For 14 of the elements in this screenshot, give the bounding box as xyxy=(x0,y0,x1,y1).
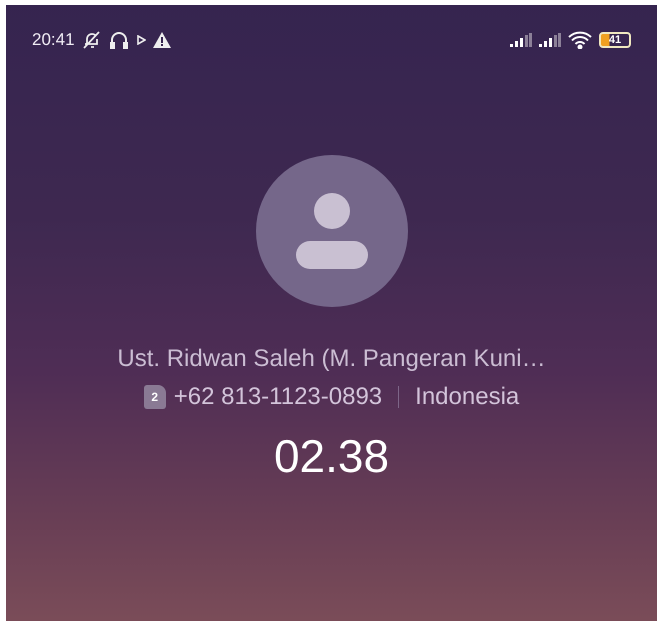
headphones-icon xyxy=(108,30,129,50)
status-time: 20:41 xyxy=(32,30,75,50)
phone-number: +62 813-1123-0893 xyxy=(174,383,382,411)
warning-icon xyxy=(152,32,171,48)
number-region: Indonesia xyxy=(415,383,520,411)
muted-bell-icon xyxy=(82,30,102,50)
wifi-icon xyxy=(568,31,592,49)
sim-badge: 2 xyxy=(144,385,166,409)
contact-name: Ust. Ridwan Saleh (M. Pangeran Kuni… xyxy=(117,345,546,373)
signal-icon xyxy=(539,33,561,47)
play-icon xyxy=(136,35,146,45)
call-duration: 02.38 xyxy=(274,429,390,483)
person-icon xyxy=(294,191,370,271)
signal-icon xyxy=(510,33,532,47)
